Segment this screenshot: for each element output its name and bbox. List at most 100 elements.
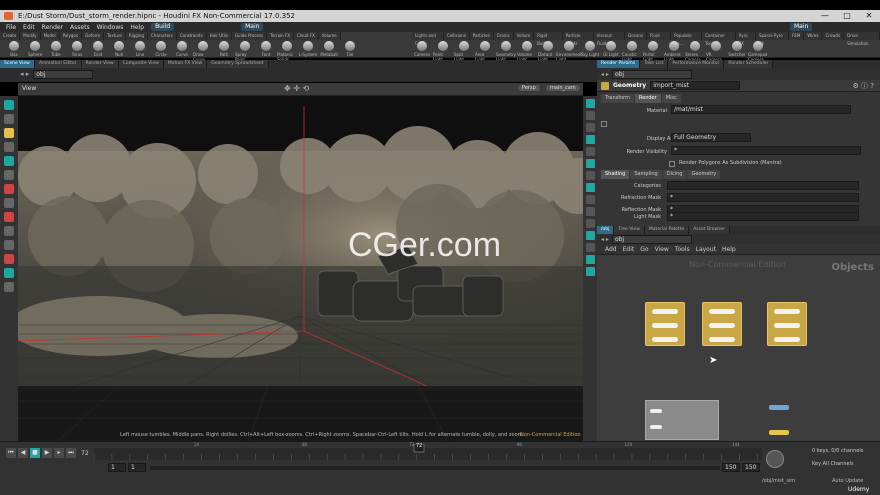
scale-tool-icon[interactable] xyxy=(4,198,14,208)
select-tool-icon[interactable] xyxy=(4,100,14,110)
lighting-icon[interactable] xyxy=(585,135,595,144)
shelf-tab-populate-co[interactable]: Populate Co... xyxy=(671,32,703,46)
subdivision-checkbox[interactable] xyxy=(669,161,675,167)
shelf-tool-null[interactable]: Null xyxy=(109,41,129,62)
shelf-tab-viscous-fluids[interactable]: Viscous Fluids xyxy=(593,32,626,46)
shelf-tab-create[interactable]: Create xyxy=(0,32,21,40)
shelf-tool-distant-light[interactable]: Distant Light xyxy=(538,41,558,62)
pose-tool-icon[interactable] xyxy=(4,142,14,152)
normal-display-icon[interactable] xyxy=(585,207,595,216)
tab-misc[interactable]: Misc xyxy=(661,94,681,103)
point-display-icon[interactable] xyxy=(585,195,595,204)
shelf-tab-pyro-fx[interactable]: Pyro FX xyxy=(735,32,756,46)
network-menu-edit[interactable]: Edit xyxy=(623,246,635,253)
tab-render[interactable]: Render xyxy=(634,94,661,103)
shelf-tab-rigging[interactable]: Rigging xyxy=(125,32,148,40)
subtab-dicing[interactable]: Dicing xyxy=(662,170,687,179)
tab-geometry-spreadsheet[interactable]: Geometry Spreadsheet xyxy=(207,60,269,68)
network-menu-help[interactable]: Help xyxy=(722,246,736,253)
network-menu-tools[interactable]: Tools xyxy=(675,246,690,253)
shelf-tab-collisions[interactable]: Collisions xyxy=(443,32,470,40)
shelf-tool-area-light[interactable]: Area Light xyxy=(475,41,495,62)
shelf-tab-model[interactable]: Model xyxy=(40,32,60,40)
material-field[interactable]: /mat/mist xyxy=(671,105,851,114)
shelf-tool-ambient-light[interactable]: Ambient Light xyxy=(664,41,684,62)
close-button[interactable]: ✕ xyxy=(858,10,880,22)
menu-assets[interactable]: Assets xyxy=(70,24,90,31)
tab-render-view[interactable]: Render View xyxy=(81,60,119,68)
shelf-tab-hair-utils[interactable]: Hair Utils xyxy=(206,32,232,40)
view-tool-icon[interactable] xyxy=(4,170,14,180)
subtab-sampling[interactable]: Sampling xyxy=(630,170,662,179)
step-forward-button[interactable]: ▸ xyxy=(54,448,64,458)
tab-render-scheduler[interactable]: Render Scheduler xyxy=(724,60,774,68)
shelf-tool-line[interactable]: Line xyxy=(130,41,150,62)
shelf-tab-lights-and-c[interactable]: Lights and C... xyxy=(412,32,444,46)
shading-icon[interactable] xyxy=(585,111,595,120)
minimize-button[interactable]: — xyxy=(814,10,836,22)
shelf-tab-terrain-fx[interactable]: Terrain FX xyxy=(267,32,295,40)
shelf-tool-metaball[interactable]: Metaball xyxy=(319,41,339,62)
ghost-icon[interactable] xyxy=(585,147,595,156)
jump-end-button[interactable]: ⏭ xyxy=(66,448,76,458)
tab-transform[interactable]: Transform xyxy=(601,94,634,103)
tab-scene-view[interactable]: Scene View xyxy=(0,60,35,68)
shelf-tab-modify[interactable]: Modify xyxy=(20,32,41,40)
menu-file[interactable]: File xyxy=(6,24,16,31)
network-menu-layout[interactable]: Layout xyxy=(696,246,716,253)
network-box[interactable] xyxy=(645,400,719,440)
shelf-tool-environment-light[interactable]: Environment Light xyxy=(556,41,582,62)
view-tools-icon[interactable]: ✥ ✛ ⟲ xyxy=(284,84,309,93)
shelf-tab-vellum[interactable]: Vellum xyxy=(513,32,535,40)
param-nav-icon[interactable]: ◂ ▸ xyxy=(601,71,609,78)
shelf-tab-volume[interactable]: Volume xyxy=(318,32,341,40)
param-settings-icon[interactable]: ⚙ ⓘ ? xyxy=(853,81,874,91)
shelf-tool-sky-light[interactable]: Sky Light xyxy=(580,41,600,62)
display-as-menu[interactable]: Full Geometry xyxy=(671,133,751,142)
node-name-field[interactable]: import_mist xyxy=(650,81,741,90)
menu-help[interactable]: Help xyxy=(130,24,144,31)
move-tool-icon[interactable] xyxy=(4,114,14,124)
drag-tool-icon[interactable] xyxy=(4,240,14,250)
network-node[interactable] xyxy=(702,302,742,346)
material-checkbox[interactable] xyxy=(601,121,607,127)
tab-composite-view[interactable]: Composite View xyxy=(118,60,164,68)
persp-menu-button[interactable]: Persp xyxy=(518,85,540,91)
shelf-tab-sparse-pyro-fx[interactable]: Sparse Pyro FX xyxy=(755,32,790,46)
tab-take-list[interactable]: Take List xyxy=(640,60,669,68)
param-path-field[interactable]: obj xyxy=(611,69,692,79)
stop-button[interactable]: ■ xyxy=(30,448,40,458)
shelf-tool-caustic-light[interactable]: Caustic Light xyxy=(622,41,642,62)
shelf-tool-curve[interactable]: Curve xyxy=(172,41,192,62)
render-icon[interactable] xyxy=(585,267,595,276)
tab-asset-browser[interactable]: Asset Browser xyxy=(689,226,731,234)
step-back-button[interactable]: ◀ xyxy=(18,448,28,458)
shelf-tab-texture[interactable]: Texture xyxy=(104,32,126,40)
shelf-tool-tube[interactable]: Tube xyxy=(46,41,66,62)
network-node[interactable] xyxy=(645,302,685,346)
background-icon[interactable] xyxy=(585,159,595,168)
shelf-tool-gamepad-camera[interactable]: Gamepad Camera xyxy=(748,41,768,62)
refraction-mask-field[interactable]: * xyxy=(667,193,859,202)
shelf-tab-particle-fluids[interactable]: Particle Fluids xyxy=(562,32,594,46)
menu-windows[interactable]: Windows xyxy=(97,24,124,31)
shelf-tab-polygon[interactable]: Polygon xyxy=(59,32,83,40)
render-visibility-field[interactable]: * xyxy=(671,146,861,155)
shelf-tab-characters[interactable]: Characters xyxy=(147,32,177,40)
network-menu-view[interactable]: View xyxy=(655,246,669,253)
end-frame-field-2[interactable]: 150 xyxy=(742,463,760,472)
light-mask-field[interactable]: * xyxy=(667,212,859,221)
shelf-tool-point-light[interactable]: Point Light xyxy=(433,41,453,62)
jump-start-button[interactable]: ⏮ xyxy=(6,448,16,458)
display-toggle-icon[interactable] xyxy=(585,99,595,108)
scene-path-field[interactable]: obj xyxy=(33,69,94,79)
flipbook-icon[interactable] xyxy=(585,255,595,264)
shelf-tool-box[interactable]: Box xyxy=(4,41,24,62)
start-frame-field-2[interactable]: 1 xyxy=(128,463,146,472)
shelf-tool-gi-light[interactable]: GI Light xyxy=(601,41,621,62)
network-node-small[interactable] xyxy=(769,405,789,410)
shelf-tab-fem[interactable]: FEM xyxy=(789,32,805,40)
display-options-icon[interactable] xyxy=(4,282,14,292)
brush-tool-icon[interactable] xyxy=(4,226,14,236)
shelf-tool-camera[interactable]: Camera xyxy=(412,41,432,62)
